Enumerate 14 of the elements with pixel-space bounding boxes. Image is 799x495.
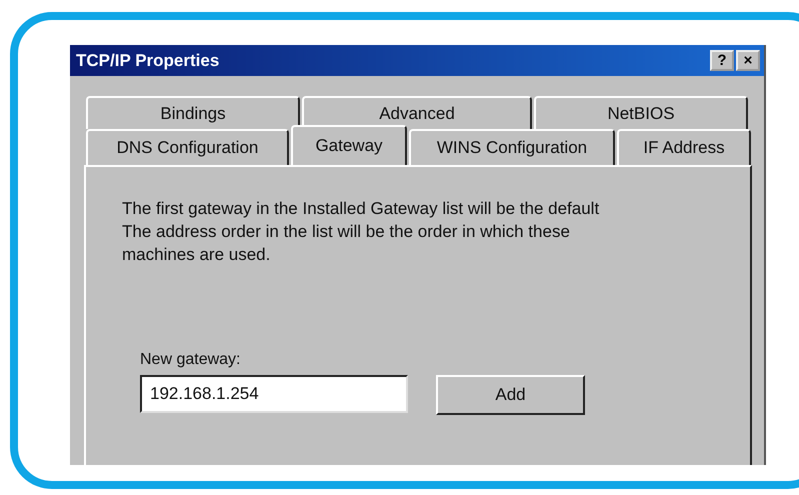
title-bar-button[interactable]: × xyxy=(736,50,760,71)
add-button[interactable]: Add xyxy=(436,375,585,415)
field-label: New gateway: xyxy=(140,351,240,369)
description-text: The first gateway in the Installed Gateway list will be the default The address order in the list will be the order in which these machines are used. xyxy=(122,198,600,266)
tab[interactable]: IF Address xyxy=(617,129,751,165)
tab[interactable]: DNS Configuration xyxy=(86,129,289,165)
tab[interactable]: Advanced xyxy=(302,96,532,129)
tab[interactable]: WINS Configuration xyxy=(409,129,615,165)
tab[interactable]: NetBIOS xyxy=(534,96,748,129)
gateway-input-field[interactable]: 192.168.1.254 xyxy=(140,375,408,413)
tab[interactable]: Bindings xyxy=(86,96,300,129)
title-bar-button[interactable]: ? xyxy=(710,50,734,71)
window-title: TCP/IP Properties xyxy=(76,50,220,70)
tab[interactable]: Gateway xyxy=(291,125,407,165)
